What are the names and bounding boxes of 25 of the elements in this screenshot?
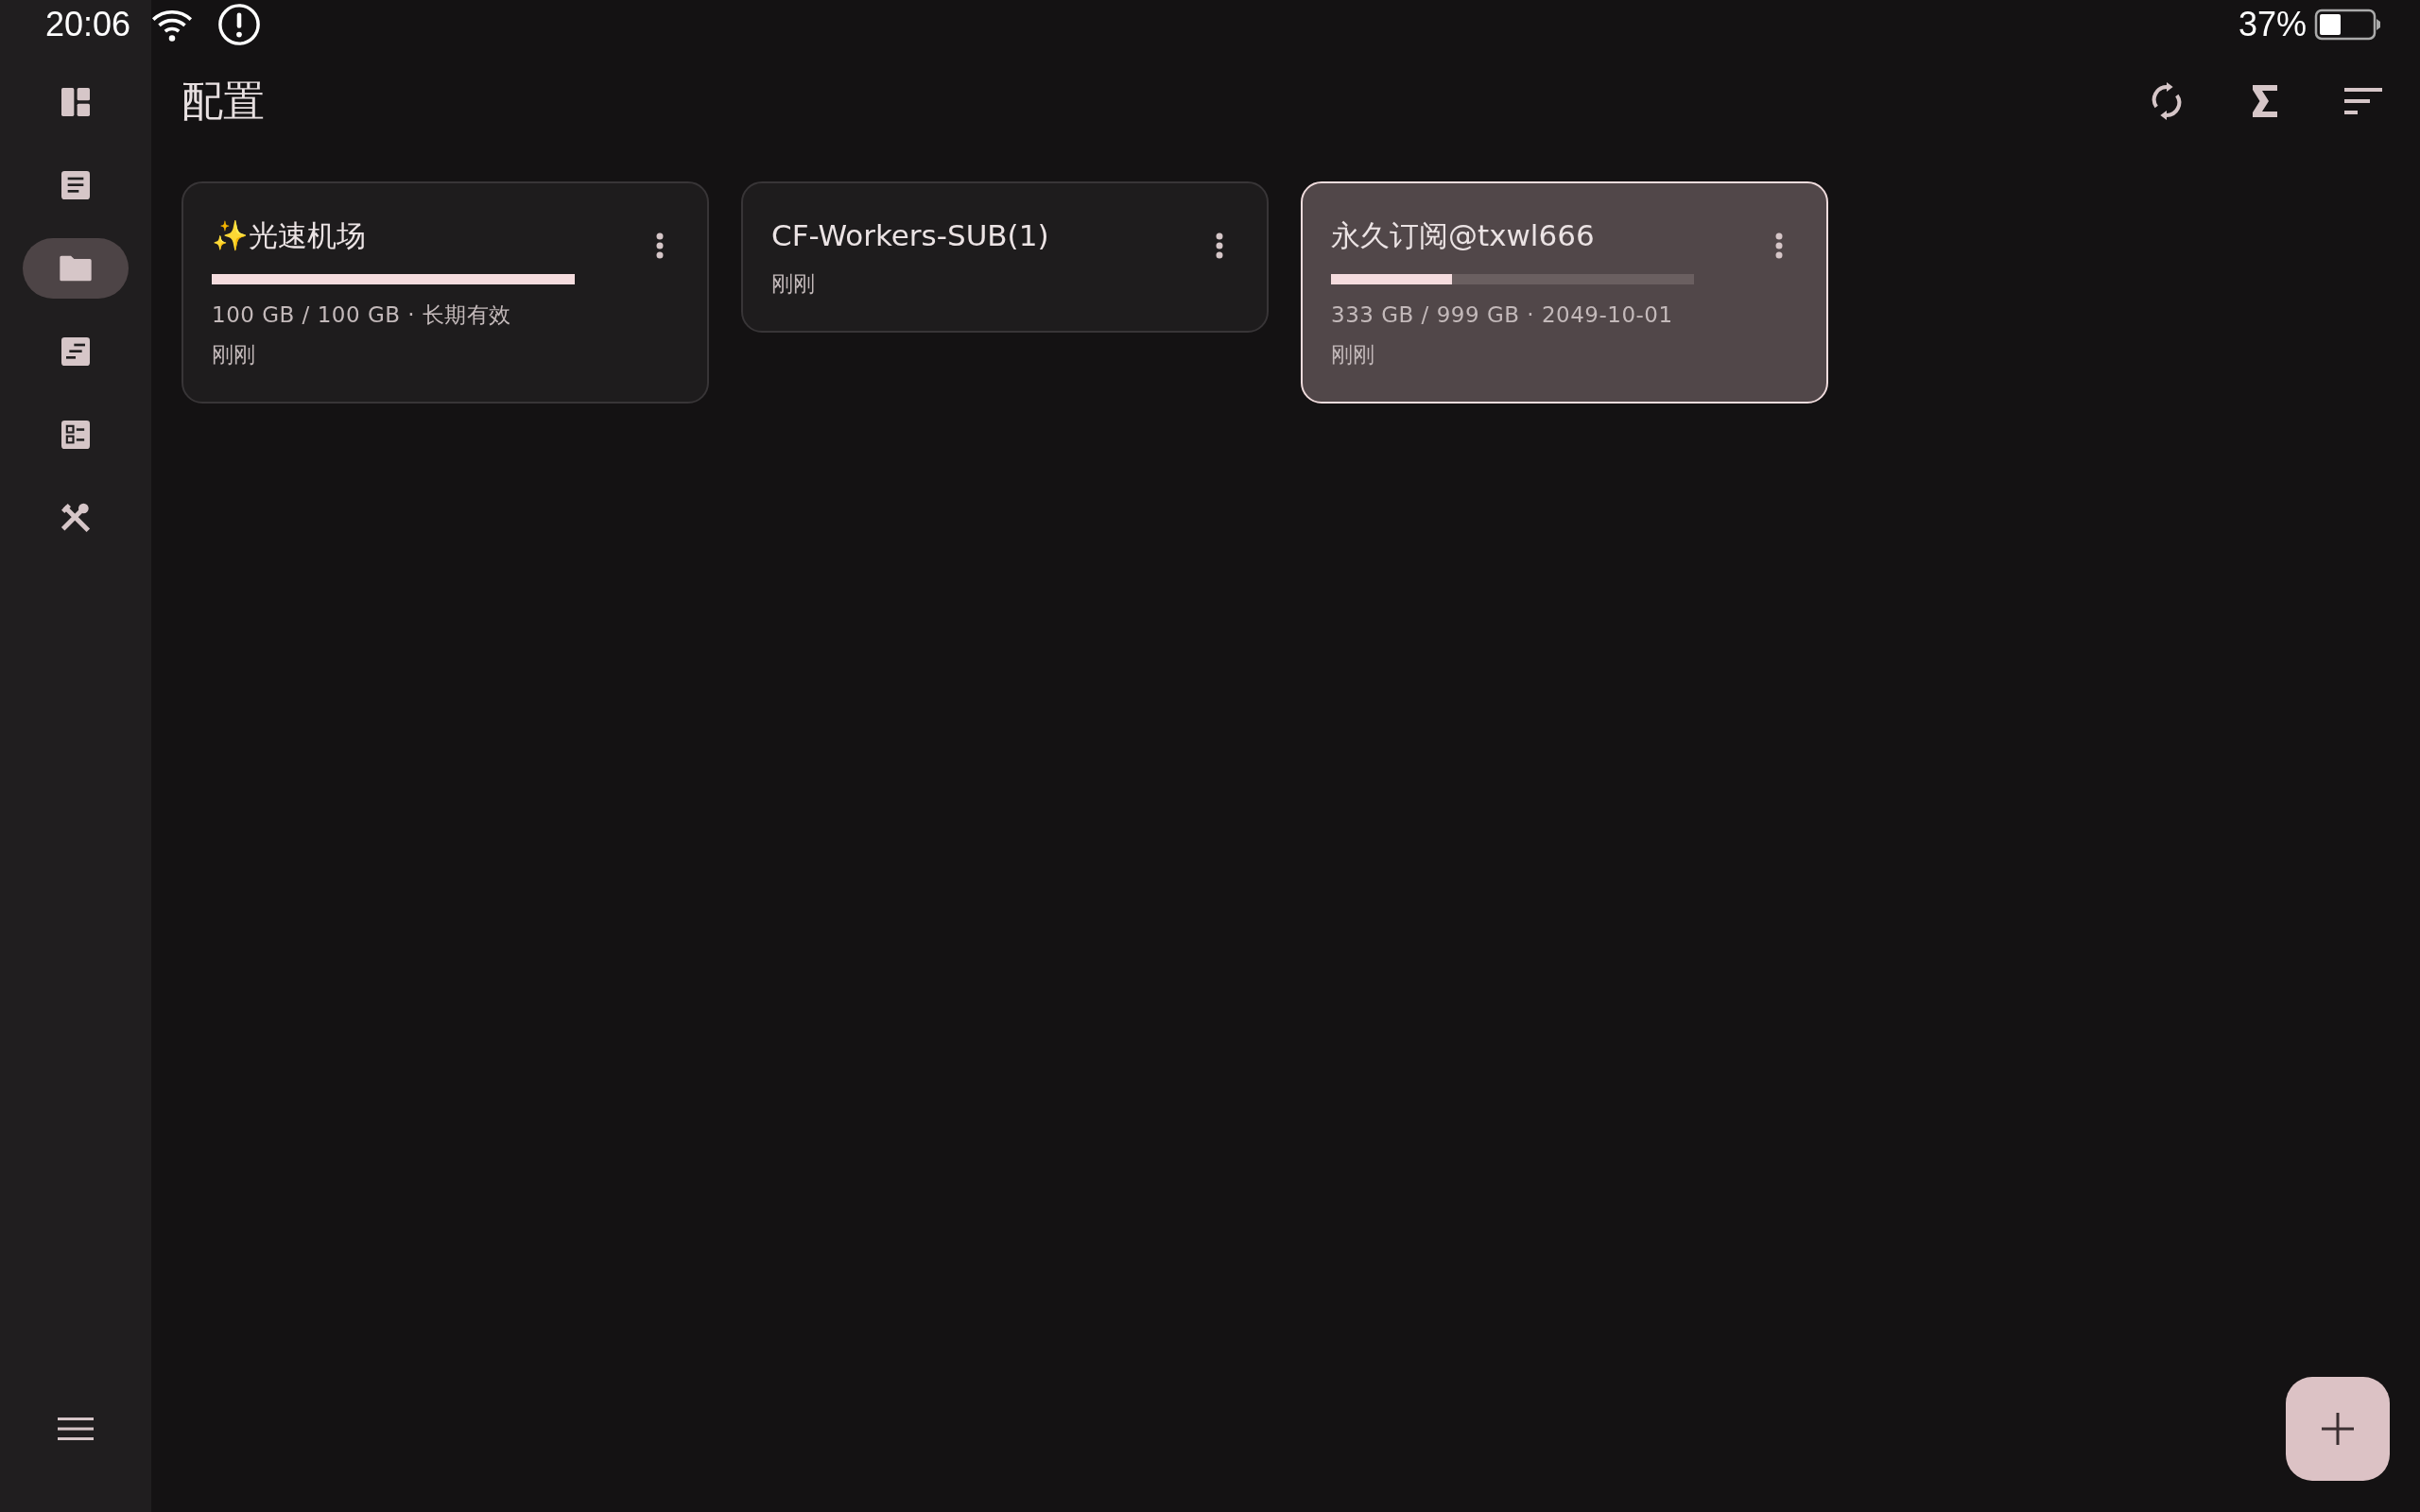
plus-icon <box>2322 1413 2354 1445</box>
profile-name: CF-Workers-SUB(1) <box>771 217 1050 254</box>
usage-text: 100 GB / 100 GB · 长期有效 <box>212 301 512 329</box>
battery-percentage: 37% <box>2238 5 2307 44</box>
profile-card[interactable]: ✨光速机场 100 GB / 100 GB · 长期有效 刚刚 <box>182 181 709 404</box>
profile-name: ✨光速机场 <box>212 217 367 254</box>
more-icon <box>1775 232 1783 259</box>
updated-time: 刚刚 <box>1331 341 1375 369</box>
alert-icon <box>217 3 262 46</box>
more-icon <box>656 232 664 259</box>
menu-icon <box>58 1416 94 1442</box>
updated-time: 刚刚 <box>212 341 256 369</box>
battery-icon <box>2314 9 2382 41</box>
profile-card[interactable]: 永久订阅@txwl666 333 GB / 999 GB · 2049-10-01 刚刚 <box>1301 181 1828 404</box>
updated-time: 刚刚 <box>771 270 816 298</box>
wifi-icon <box>151 8 194 42</box>
sigma-icon <box>2253 85 2277 117</box>
add-button[interactable] <box>2286 1377 2390 1481</box>
more-icon <box>1216 232 1223 259</box>
usage-text: 333 GB / 999 GB · 2049-10-01 <box>1331 301 1674 329</box>
profile-card[interactable]: CF-Workers-SUB(1) 刚刚 <box>741 181 1269 333</box>
sort-icon <box>2344 88 2382 114</box>
page-title: 配置 <box>182 75 266 127</box>
profile-name: 永久订阅@txwl666 <box>1331 217 1596 254</box>
status-time: 20:06 <box>45 5 131 44</box>
